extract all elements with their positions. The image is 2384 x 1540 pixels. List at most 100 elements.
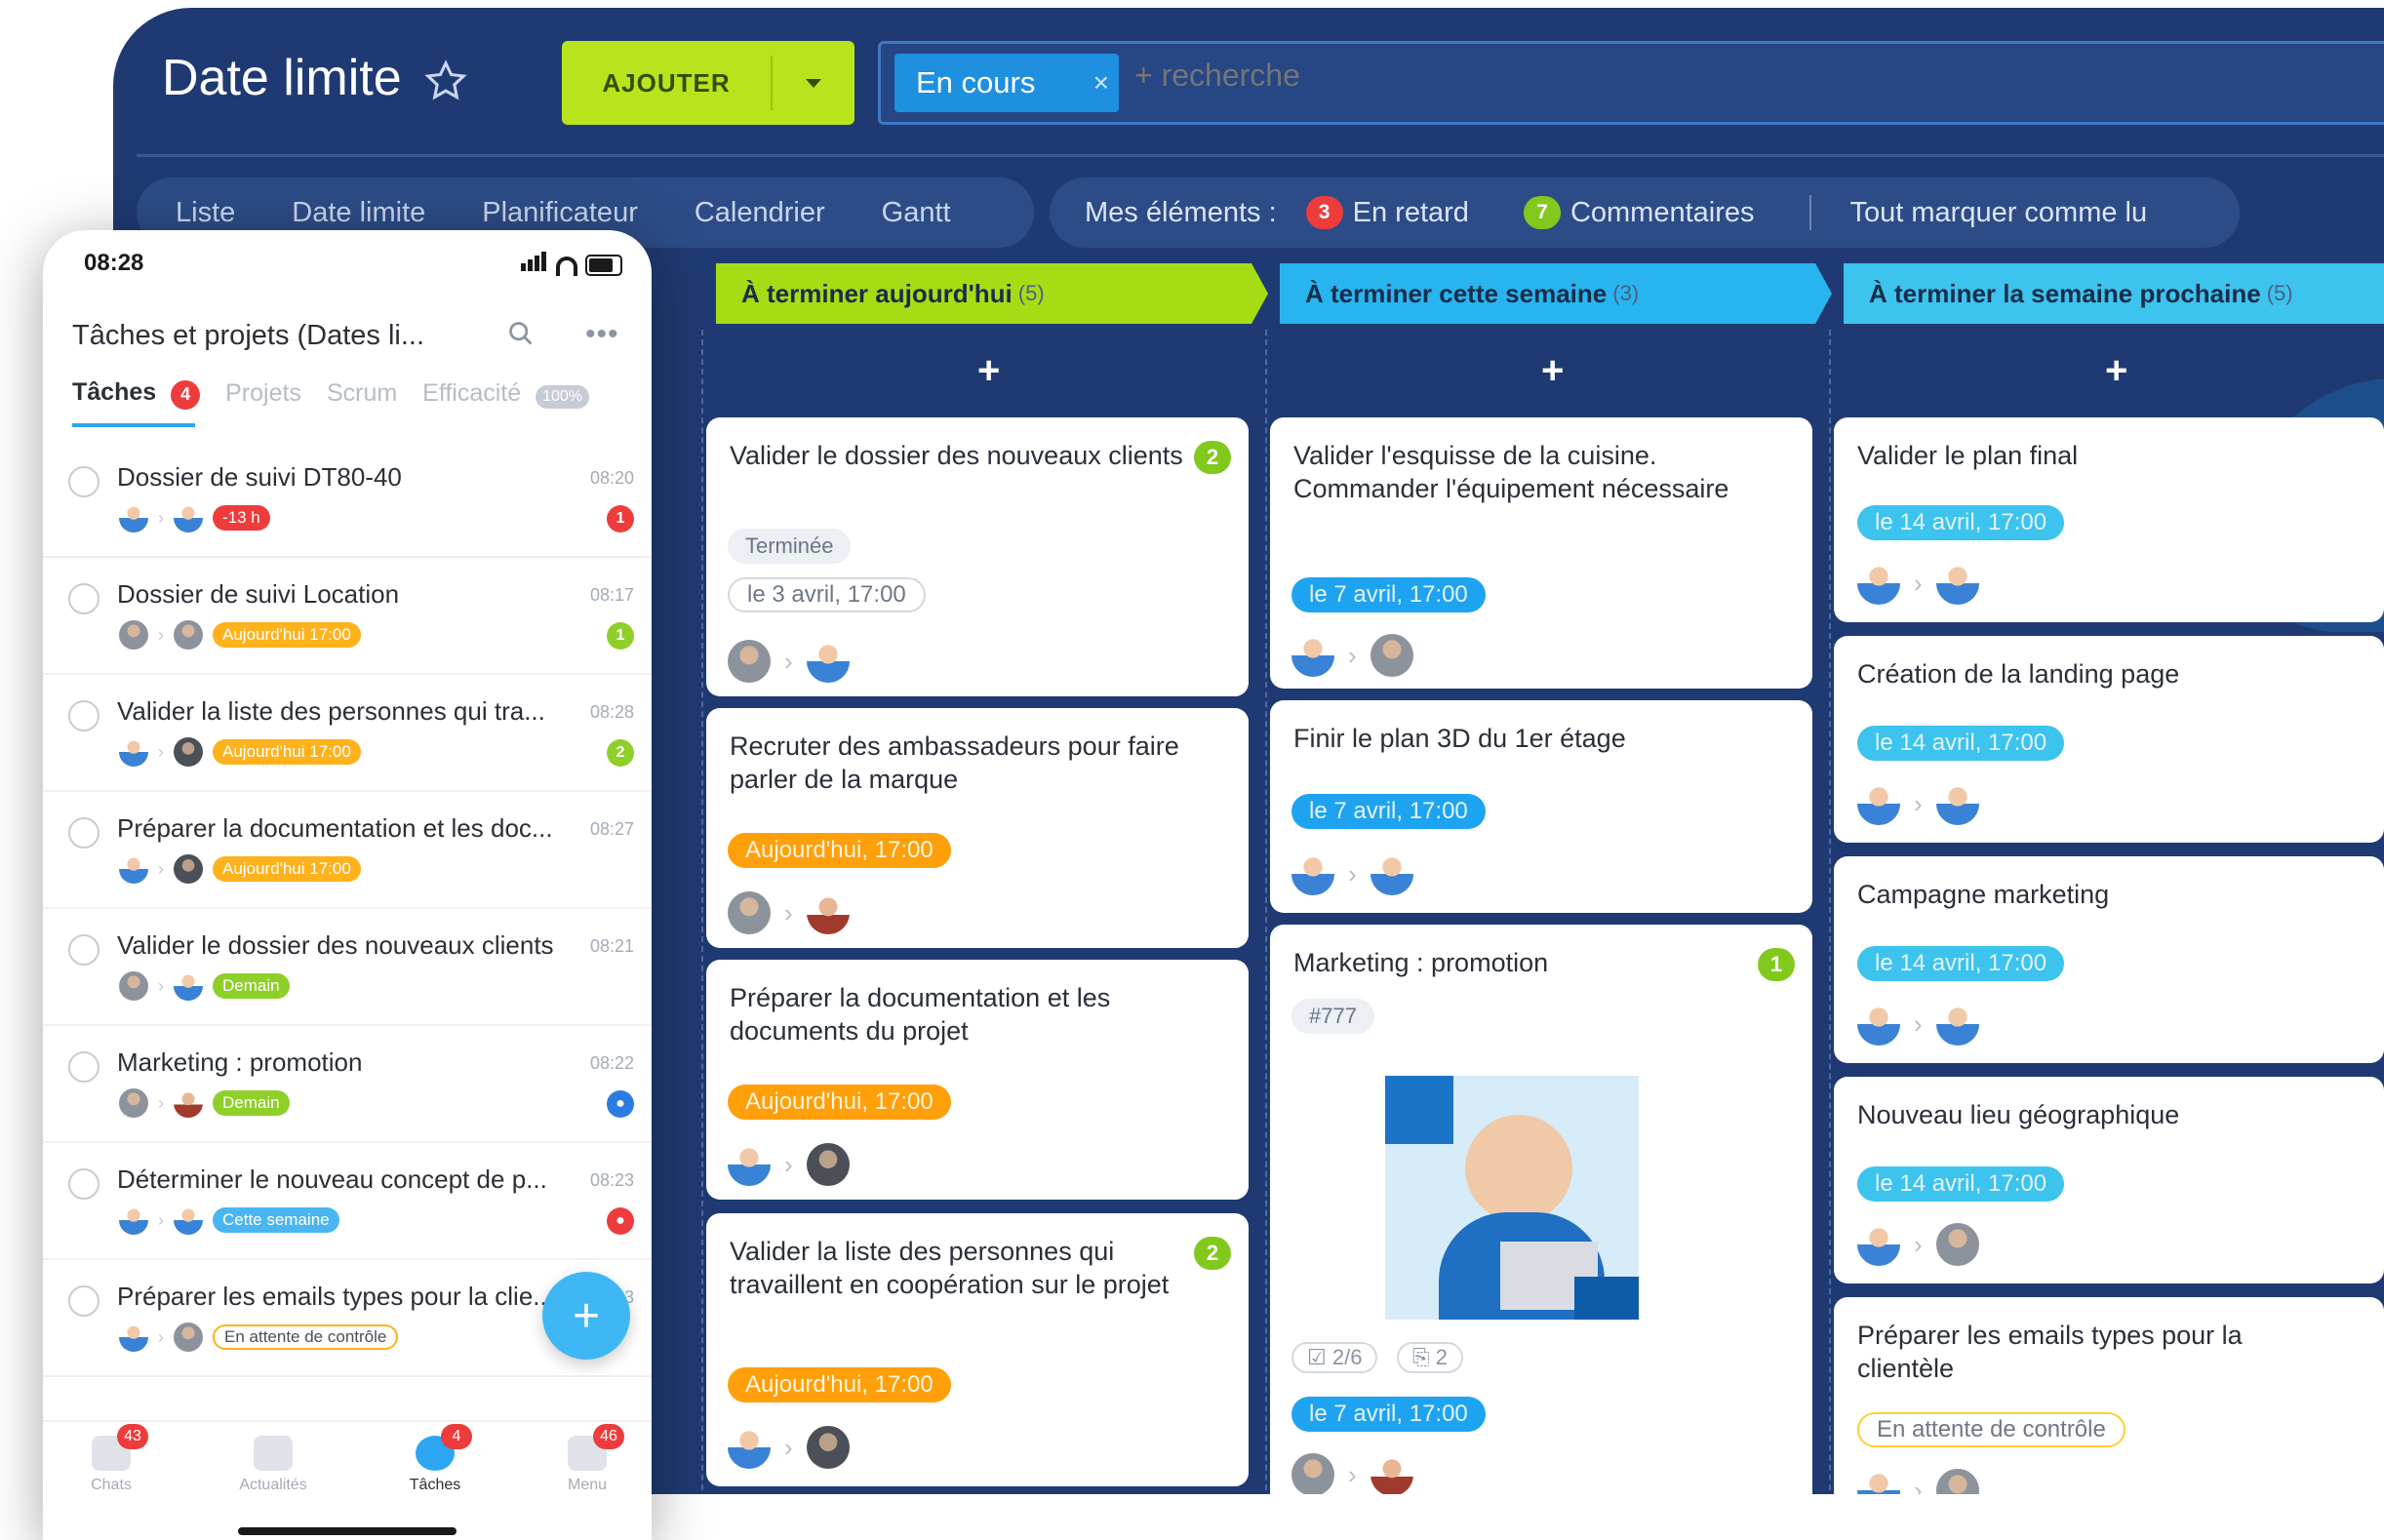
comments-filter[interactable]: Commentaires [1570,197,1755,229]
deadline-pill[interactable]: le 7 avril, 17:00 [1291,1397,1486,1432]
task-row[interactable]: Dossier de suivi DT80-40 08:20 › -13 h 1 [43,441,652,558]
deadline-pill[interactable]: Aujourd'hui, 17:00 [728,1085,951,1120]
close-icon[interactable]: × [1093,67,1109,99]
avatar[interactable] [806,1143,850,1186]
task-checkbox[interactable] [68,700,99,731]
add-card-button-next-week[interactable]: + [2105,349,2127,393]
task-checkbox[interactable] [68,1285,99,1317]
avatar[interactable] [1935,562,1979,605]
task-card[interactable]: Préparer les emails types pour la client… [1834,1297,2384,1494]
task-checkbox[interactable] [68,1168,99,1200]
deadline-pill[interactable]: le 14 avril, 17:00 [1857,1166,2065,1202]
add-task-fab[interactable]: + [542,1272,630,1360]
tab-date-limite[interactable]: Date limite [292,197,425,229]
task-checkbox[interactable] [68,817,99,849]
filter-chip-en-cours[interactable]: En cours × [894,54,1119,112]
avatar[interactable] [728,891,771,934]
card-people: › [1857,1469,1979,1494]
deadline-pill[interactable]: le 7 avril, 17:00 [1291,794,1486,829]
task-card[interactable]: Marketing : promotion 1 #777 ☑ 2/6 ⎘ 2 l… [1270,925,1812,1494]
add-button[interactable]: AJOUTER [562,41,854,125]
nav-menu[interactable]: 46 Menu [529,1424,646,1494]
task-row[interactable]: Valider la liste des personnes qui tra..… [43,675,652,792]
deadline-pill[interactable]: le 14 avril, 17:00 [1857,726,2065,761]
avatar[interactable] [1857,1003,1900,1046]
chevron-right-icon: › [784,646,793,676]
avatar[interactable] [728,1426,771,1469]
late-filter[interactable]: En retard [1353,197,1469,229]
avatar[interactable] [1370,1453,1413,1494]
deadline-pill[interactable]: le 7 avril, 17:00 [1291,577,1486,612]
avatar[interactable] [1857,782,1900,825]
tag-pill[interactable]: #777 [1291,999,1374,1034]
task-checkbox[interactable] [68,583,99,614]
deadline-pill[interactable]: le 14 avril, 17:00 [1857,946,2065,981]
tab-calendrier[interactable]: Calendrier [695,197,825,229]
avatar[interactable] [806,640,850,683]
avatar[interactable] [728,640,771,683]
avatar[interactable] [728,1143,771,1186]
search-icon[interactable] [507,320,535,347]
avatar[interactable] [1370,852,1413,895]
more-icon[interactable]: ••• [585,318,619,351]
tab-efficacite[interactable]: Efficacité 100% [422,379,590,409]
tab-gantt[interactable]: Gantt [882,197,951,229]
avatar[interactable] [1370,634,1413,677]
task-card[interactable]: Recruter des ambassadeurs pour faire par… [706,708,1249,948]
chevron-right-icon: › [158,1092,164,1113]
task-card[interactable]: Nouveau lieu géographique le 14 avril, 1… [1834,1077,2384,1283]
task-time: 08:27 [589,819,634,839]
nav-taches[interactable]: 4 Tâches [377,1424,494,1494]
tab-taches[interactable]: Tâches 4 [72,378,201,410]
task-card[interactable]: Valider l'esquisse de la cuisine. Comman… [1270,417,1812,689]
task-card[interactable]: Finir le plan 3D du 1er étage le 7 avril… [1270,700,1812,913]
checklist-pill[interactable]: ☑ 2/6 [1291,1342,1378,1373]
star-icon[interactable] [423,59,468,103]
deadline-pill[interactable]: le 14 avril, 17:00 [1857,505,2065,540]
tab-planificateur[interactable]: Planificateur [482,197,638,229]
avatar[interactable] [1935,1223,1979,1266]
task-checkbox[interactable] [68,466,99,497]
task-row[interactable]: Valider le dossier des nouveaux clients … [43,909,652,1026]
task-card[interactable]: Valider le plan final le 14 avril, 17:00… [1834,417,2384,622]
task-row[interactable]: Marketing : promotion 08:22 › Demain ● [43,1026,652,1143]
avatar[interactable] [806,891,850,934]
task-card[interactable]: Campagne marketing le 14 avril, 17:00 › [1834,856,2384,1063]
nav-actualites[interactable]: Actualités [215,1436,332,1494]
tab-scrum[interactable]: Scrum [327,379,397,408]
tab-liste[interactable]: Liste [176,197,235,229]
task-checkbox[interactable] [68,1051,99,1083]
avatar[interactable] [1291,634,1334,677]
task-checkbox[interactable] [68,934,99,966]
task-card[interactable]: Création de la landing page le 14 avril,… [1834,636,2384,843]
avatar[interactable] [806,1426,850,1469]
avatar[interactable] [1291,1453,1334,1494]
avatar[interactable] [1935,1469,1979,1494]
task-row[interactable]: Préparer la documentation et les doc... … [43,792,652,909]
task-card[interactable]: Préparer la documentation et les documen… [706,960,1249,1200]
avatar[interactable] [1935,782,1979,825]
avatar[interactable] [1857,1223,1900,1266]
deadline-pill[interactable]: le 3 avril, 17:00 [728,577,926,612]
task-row[interactable]: Dossier de suivi Location 08:17 › Aujour… [43,558,652,675]
mark-all-read-link[interactable]: Tout marquer comme lu [1850,197,2148,229]
deadline-pill[interactable]: Aujourd'hui, 17:00 [728,833,951,868]
deadline-pill[interactable]: Aujourd'hui, 17:00 [728,1367,951,1402]
add-card-button-today[interactable]: + [977,349,1000,393]
search-input[interactable] [1134,58,1720,94]
card-image[interactable] [1385,1076,1639,1320]
avatar[interactable] [1857,562,1900,605]
avatar[interactable] [1857,1469,1900,1494]
nav-chats[interactable]: 43 Chats [53,1424,170,1494]
tab-projets[interactable]: Projets [225,379,301,408]
search-filter-box[interactable]: En cours × [878,41,2384,125]
task-card[interactable]: Valider le dossier des nouveaux clients … [706,417,1249,696]
task-card[interactable]: Valider la liste des personnes qui trava… [706,1213,1249,1486]
avatar[interactable] [1291,852,1334,895]
task-row[interactable]: Déterminer le nouveau concept de p... 08… [43,1143,652,1260]
column-title: À terminer aujourd'hui [741,278,1013,308]
avatar[interactable] [1935,1003,1979,1046]
attachments-pill[interactable]: ⎘ 2 [1397,1342,1463,1373]
add-card-button-this-week[interactable]: + [1541,349,1564,393]
add-dropdown-toggle[interactable] [773,78,854,88]
